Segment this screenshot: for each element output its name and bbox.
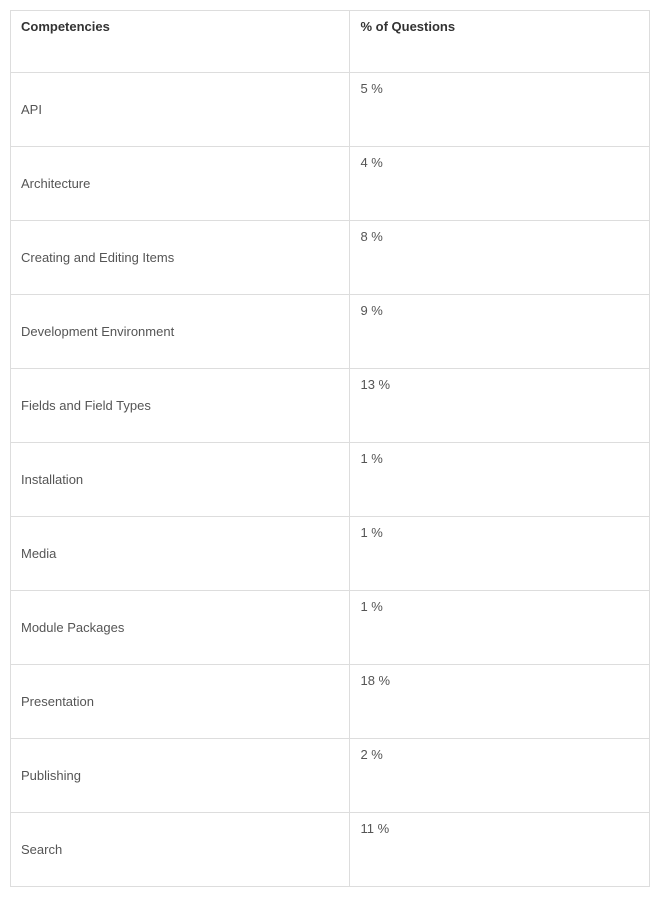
- table-row: Development Environment9 %: [11, 295, 650, 369]
- competency-name: Module Packages: [11, 591, 350, 665]
- header-competencies: Competencies: [11, 11, 350, 73]
- competency-name: Creating and Editing Items: [11, 221, 350, 295]
- competency-name: Search: [11, 813, 350, 887]
- table-row: Presentation18 %: [11, 665, 650, 739]
- table-row: API5 %: [11, 73, 650, 147]
- table-row: Module Packages1 %: [11, 591, 650, 665]
- table-row: Creating and Editing Items8 %: [11, 221, 650, 295]
- competency-name: Installation: [11, 443, 350, 517]
- table-header-row: Competencies % of Questions: [11, 11, 650, 73]
- header-percent: % of Questions: [350, 11, 650, 73]
- competency-name: Media: [11, 517, 350, 591]
- competency-name: Development Environment: [11, 295, 350, 369]
- competency-percent: 1 %: [350, 443, 650, 517]
- competency-percent: 8 %: [350, 221, 650, 295]
- competency-percent: 5 %: [350, 73, 650, 147]
- table-row: Architecture4 %: [11, 147, 650, 221]
- competency-name: Presentation: [11, 665, 350, 739]
- competency-percent: 1 %: [350, 591, 650, 665]
- table-row: Installation1 %: [11, 443, 650, 517]
- competency-percent: 13 %: [350, 369, 650, 443]
- competency-name: Publishing: [11, 739, 350, 813]
- table-row: Publishing2 %: [11, 739, 650, 813]
- competency-percent: 9 %: [350, 295, 650, 369]
- table-row: Media1 %: [11, 517, 650, 591]
- competency-percent: 11 %: [350, 813, 650, 887]
- competency-name: API: [11, 73, 350, 147]
- table-row: Fields and Field Types13 %: [11, 369, 650, 443]
- competency-percent: 2 %: [350, 739, 650, 813]
- table-row: Search11 %: [11, 813, 650, 887]
- competency-percent: 4 %: [350, 147, 650, 221]
- competencies-table: Competencies % of Questions API5 %Archit…: [10, 10, 650, 887]
- competency-name: Fields and Field Types: [11, 369, 350, 443]
- competency-percent: 1 %: [350, 517, 650, 591]
- competency-percent: 18 %: [350, 665, 650, 739]
- competency-name: Architecture: [11, 147, 350, 221]
